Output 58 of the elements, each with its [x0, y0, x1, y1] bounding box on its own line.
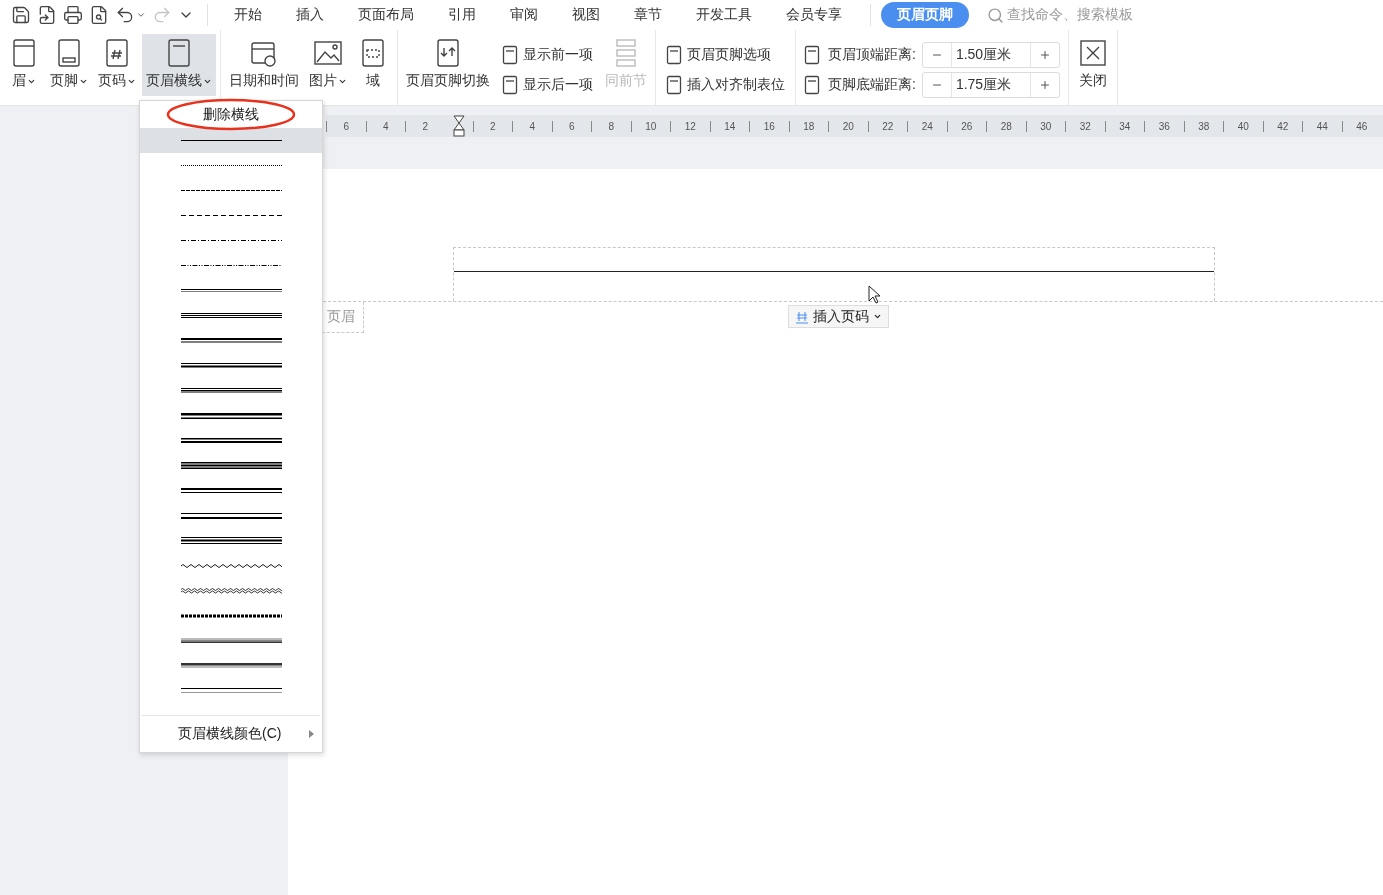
spin-label: 页脚底端距离: [828, 75, 916, 94]
ribbon-button[interactable]: 页眉页脚切换 [402, 34, 494, 96]
footer-page-icon [55, 38, 83, 68]
ribbon-button[interactable]: 页码 [94, 34, 140, 96]
ribbon-button[interactable]: 插入对齐制表位 [664, 71, 787, 98]
printer-icon [63, 5, 83, 25]
menu-tab[interactable]: 视图 [556, 2, 616, 28]
plus-icon [1038, 48, 1051, 61]
page-number-icon [795, 309, 809, 324]
insert-page-number-button[interactable]: 插入页码 [788, 305, 889, 328]
hline-page-icon [165, 38, 193, 68]
ribbon-button[interactable]: 眉 [4, 34, 44, 96]
save-icon [11, 5, 31, 25]
close-page-icon [1078, 38, 1107, 68]
mouse-cursor-icon [868, 285, 882, 305]
line-style-option[interactable] [140, 128, 322, 153]
preview-icon [89, 5, 109, 25]
ribbon-button[interactable]: 显示前一项 [500, 41, 595, 68]
undo-icon [115, 5, 135, 25]
caret-icon [136, 10, 146, 20]
menu-tab[interactable]: 页面布局 [342, 2, 430, 28]
ribbon-button[interactable]: 页脚 [46, 34, 92, 96]
swap-page-icon [434, 38, 462, 68]
redo-icon [152, 5, 172, 25]
number-page-icon [103, 38, 131, 68]
menu-tab[interactable]: 审阅 [494, 2, 554, 28]
document-icon [666, 74, 684, 95]
ribbon-button[interactable]: 显示后一项 [500, 71, 595, 98]
submenu-arrow-icon [309, 730, 314, 738]
plus-icon [1038, 78, 1051, 91]
export-icon [37, 5, 57, 25]
menu-tab[interactable]: 会员专享 [770, 2, 858, 28]
indent-marker-icon[interactable] [452, 115, 465, 137]
document-icon [502, 74, 520, 95]
document-icon [804, 44, 822, 65]
caret-icon [873, 312, 882, 321]
document-icon [804, 74, 822, 95]
header-page-icon [10, 38, 38, 68]
ribbon-button[interactable]: 关闭 [1072, 34, 1113, 96]
menu-tab[interactable]: 插入 [280, 2, 340, 28]
field-page-icon [359, 38, 387, 68]
pic-page-icon [314, 38, 342, 68]
menu-tab[interactable]: 章节 [618, 2, 678, 28]
document-icon [502, 44, 520, 65]
menu-item[interactable]: 页眉横线颜色(C) [140, 720, 322, 748]
menu-tab[interactable]: 引用 [432, 2, 492, 28]
ruler: 6 4 2 2 4 6 8 10 12 14 16 18 20 22 24 26 28 30 32 34 36 38 40 42 44 46 [326, 115, 1383, 137]
ribbon-button[interactable]: 页眉页脚选项 [664, 41, 787, 68]
document-icon [666, 44, 684, 65]
ribbon-button[interactable]: 图片 [305, 34, 351, 96]
menu-tab[interactable]: 开始 [218, 2, 278, 28]
menu-item[interactable]: 删除横线 [140, 101, 322, 128]
ribbon-button[interactable]: 页眉横线 [142, 34, 216, 96]
ribbon-button[interactable]: 日期和时间 [225, 34, 303, 96]
search-icon [987, 6, 1004, 24]
ribbon-button[interactable]: 域 [353, 34, 393, 96]
menu-tab[interactable]: 开发工具 [680, 2, 768, 28]
spin-label: 页眉顶端距离: [828, 45, 916, 64]
